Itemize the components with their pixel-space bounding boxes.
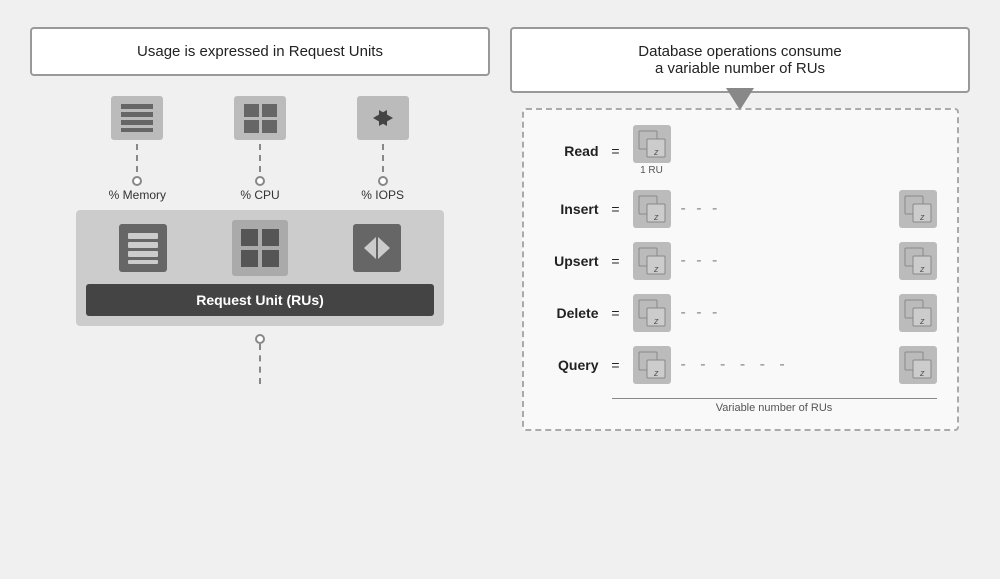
left-title: Usage is expressed in Request Units [30,27,490,76]
read-ru-icon: z [633,125,671,163]
memory-label: % Memory [102,188,172,202]
ru-circle-dot [255,334,265,344]
main-container: Usage is expressed in Request Units [20,17,980,562]
upsert-ru-icon-right: z [899,242,937,280]
iops-icon-box [357,96,409,140]
insert-op-row: Insert = z - - - z [544,190,937,228]
delete-op-row: Delete = z - - - z [544,294,937,332]
cpu-dashed-line [259,144,261,172]
ru-storage-icon [119,224,167,272]
svg-text:z: z [653,316,659,326]
cpu-icon-box [234,96,286,140]
right-panel: Database operations consume a variable n… [510,27,970,552]
ru-grid-icon [232,220,288,276]
query-op-row: Query = z - - - - - - [544,346,937,384]
cpu-circle [255,176,265,186]
bracket-line [612,398,937,399]
read-op-row: Read = z 1 RU [544,125,937,176]
variable-label-group: Variable number of RUs [612,398,937,414]
upsert-op-row: Upsert = z - - - z [544,242,937,280]
ru-box-wrapper: Request Unit (RUs) [76,210,444,326]
upsert-dashes: - - - [681,252,889,270]
funnel-down-icon [726,88,754,115]
svg-text:z: z [653,368,659,378]
right-title: Database operations consume a variable n… [510,27,970,93]
ru-icons-row [86,220,434,276]
svg-text:z: z [919,212,925,222]
insert-ru-icon-left: z [633,190,671,228]
read-ru-label: 1 RU [640,165,663,176]
upsert-ru-icon-left: z [633,242,671,280]
right-diagram: Read = z 1 RU [510,103,970,552]
read-equals: = [609,143,623,159]
iops-circle [378,176,388,186]
read-label: Read [544,143,599,159]
ru-outer-box: Request Unit (RUs) [76,210,444,326]
delete-dashes: - - - [681,304,889,322]
delete-label: Delete [544,305,599,321]
insert-dashes: - - - [681,200,889,218]
query-equals: = [609,357,623,373]
upsert-label: Upsert [544,253,599,269]
left-panel: Usage is expressed in Request Units [30,27,490,552]
svg-text:z: z [653,264,659,274]
insert-label: Insert [544,201,599,217]
iops-label: % IOPS [348,188,418,202]
delete-ru-icon-right: z [899,294,937,332]
ru-dashed-line-below [259,344,261,384]
ru-dashed-below [255,326,265,384]
svg-text:z: z [919,316,925,326]
query-ru-icon-left: z [633,346,671,384]
top-icons-row [76,96,444,186]
insert-ru-icon-right: z [899,190,937,228]
memory-circle [132,176,142,186]
query-dashes: - - - - - - [681,356,889,374]
query-ru-icon-right: z [899,346,937,384]
svg-text:z: z [919,264,925,274]
delete-equals: = [609,305,623,321]
memory-icon-box [111,96,163,140]
ru-label-bar: Request Unit (RUs) [86,284,434,316]
svg-text:z: z [653,212,659,222]
variable-label: Variable number of RUs [716,402,833,414]
iops-dashed-line [382,144,384,172]
ops-container: Read = z 1 RU [522,108,959,431]
query-label: Query [544,357,599,373]
delete-ru-icon-left: z [633,294,671,332]
svg-text:z: z [919,368,925,378]
iops-icon-item [357,96,409,186]
upsert-equals: = [609,253,623,269]
memory-dashed-line [136,144,138,172]
cpu-label: % CPU [225,188,295,202]
read-icon-group: z 1 RU [633,125,671,176]
ru-arrows-icon [353,224,401,272]
insert-equals: = [609,201,623,217]
cpu-icon-item [234,96,286,186]
icon-labels-row: % Memory % CPU % IOPS [76,188,444,202]
memory-icon-item [111,96,163,186]
left-diagram: % Memory % CPU % IOPS [30,86,490,552]
svg-text:z: z [653,147,659,157]
